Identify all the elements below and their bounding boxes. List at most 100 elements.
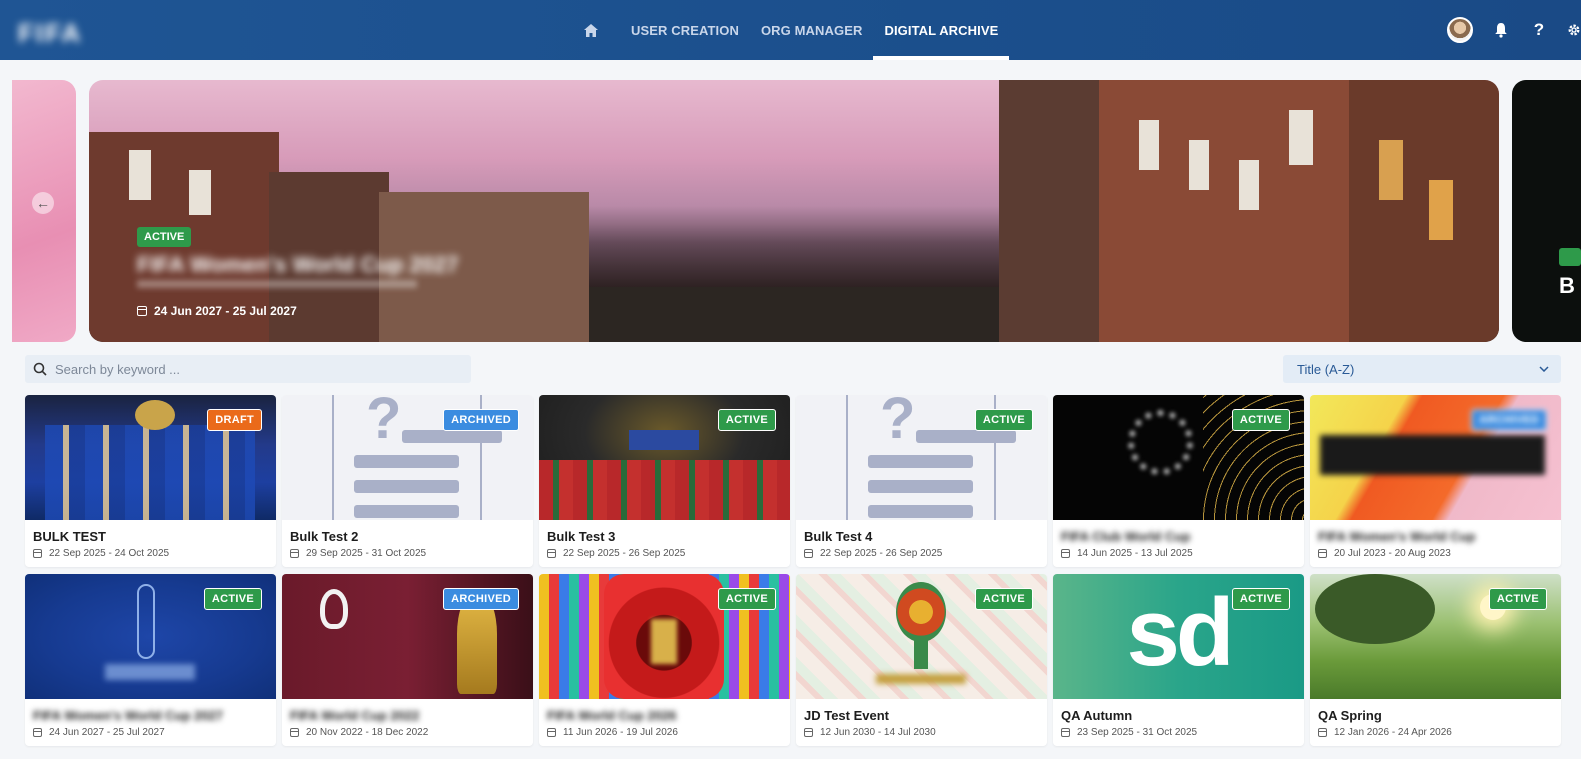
- search-input[interactable]: [55, 361, 455, 377]
- card-thumbnail: ACTIVE: [25, 574, 276, 699]
- card-thumbnail: ACTIVE: [1310, 574, 1561, 699]
- carousel-next-slide[interactable]: B: [1512, 80, 1581, 342]
- sort-selected-value: Title (A-Z): [1297, 361, 1355, 377]
- carousel-prev-slide[interactable]: ←: [12, 80, 76, 342]
- calendar-icon: [804, 728, 813, 737]
- archive-card[interactable]: DRAFT BULK TEST 22 Sep 2025 - 24 Oct 202…: [25, 395, 276, 567]
- placeholder-line: [402, 430, 502, 443]
- card-title: FIFA Women's World Cup: [1318, 529, 1476, 544]
- sort-select[interactable]: Title (A-Z): [1283, 355, 1561, 383]
- card-thumbnail: ARCHIVED: [1310, 395, 1561, 520]
- hero-date-text: 24 Jun 2027 - 25 Jul 2027: [154, 304, 297, 318]
- calendar-icon: [290, 549, 299, 558]
- status-badge: ACTIVE: [717, 588, 776, 610]
- trophy: [135, 400, 175, 430]
- nav-digital-archive[interactable]: DIGITAL ARCHIVE: [873, 0, 1010, 60]
- fifa-logo[interactable]: FIFA: [18, 18, 98, 48]
- chevron-down-icon: [1539, 366, 1549, 372]
- card-date-text: 20 Jul 2023 - 20 Aug 2023: [1334, 548, 1451, 559]
- tree-canopy: [1315, 574, 1435, 644]
- top-right-actions: ?: [1447, 0, 1581, 60]
- card-title: FIFA World Cup 2022: [290, 708, 420, 723]
- arrow-left-icon[interactable]: ←: [32, 192, 54, 214]
- card-date: 22 Sep 2025 - 26 Sep 2025: [547, 548, 685, 559]
- nav-org-manager[interactable]: ORG MANAGER: [750, 0, 874, 60]
- qatar-2022-emblem: [320, 589, 348, 629]
- building-right-2: [1099, 80, 1359, 342]
- status-badge: ACTIVE: [974, 409, 1033, 431]
- status-badge: ARCHIVED: [443, 588, 519, 610]
- avatar[interactable]: [1447, 17, 1473, 43]
- card-title: FIFA Club World Cup: [1061, 529, 1191, 544]
- archive-card[interactable]: ACTIVE Bulk Test 3 22 Sep 2025 - 26 Sep …: [539, 395, 790, 567]
- archive-card[interactable]: ARCHIVED FIFA World Cup 2022 20 Nov 2022…: [282, 574, 533, 746]
- card-date-text: 14 Jun 2025 - 13 Jul 2025: [1077, 548, 1193, 559]
- card-date-text: 12 Jun 2030 - 14 Jul 2030: [820, 727, 936, 738]
- card-title: QA Spring: [1318, 708, 1382, 723]
- card-title: FIFA Women's World Cup 2027: [33, 708, 223, 723]
- archive-card-grid: DRAFT BULK TEST 22 Sep 2025 - 24 Oct 202…: [25, 395, 1561, 746]
- card-date-text: 11 Jun 2026 - 19 Jul 2026: [563, 727, 678, 738]
- card-date: 12 Jan 2026 - 24 Apr 2026: [1318, 727, 1452, 738]
- status-badge: ARCHIVED: [1471, 409, 1547, 431]
- calendar-icon: [547, 549, 556, 558]
- calendar-icon: [33, 728, 42, 737]
- calendar-icon: [1061, 549, 1070, 558]
- card-title: JD Test Event: [804, 708, 890, 723]
- window: [1239, 160, 1259, 210]
- trophy-outline: [137, 584, 155, 659]
- banner: [629, 430, 699, 450]
- hero-carousel: ← ACTIVE FIFA Women's World Cup 2027 24 …: [0, 80, 1581, 342]
- world-cup-banner: [1320, 435, 1545, 475]
- hero-subtitle-redacted: [137, 280, 417, 288]
- nav-user-creation[interactable]: USER CREATION: [620, 0, 750, 60]
- calendar-icon: [290, 728, 299, 737]
- window: [1429, 180, 1453, 240]
- card-thumbnail-placeholder: ? ARCHIVED: [282, 395, 533, 520]
- calendar-icon: [1318, 549, 1327, 558]
- card-title: BULK TEST: [33, 529, 106, 544]
- window: [1379, 140, 1403, 200]
- building-right-3: [1349, 80, 1499, 342]
- calendar-icon: [137, 306, 147, 316]
- status-badge: ACTIVE: [717, 409, 776, 431]
- status-badge: ACTIVE: [974, 588, 1033, 610]
- home-icon[interactable]: [580, 19, 602, 41]
- archive-card[interactable]: ? ARCHIVED Bulk Test 2 29 Sep 2025 - 31 …: [282, 395, 533, 567]
- archive-card[interactable]: ACTIVE QA Spring 12 Jan 2026 - 24 Apr 20…: [1310, 574, 1561, 746]
- archive-card[interactable]: ? ACTIVE Bulk Test 4 22 Sep 2025 - 26 Se…: [796, 395, 1047, 567]
- card-title: Bulk Test 2: [290, 529, 359, 544]
- card-date-text: 24 Jun 2027 - 25 Jul 2027: [49, 727, 165, 738]
- hero-title: FIFA Women's World Cup 2027: [137, 252, 459, 277]
- question-mark-icon: ?: [880, 395, 916, 451]
- card-title: Bulk Test 3: [547, 529, 616, 544]
- status-badge: ACTIVE: [137, 227, 192, 247]
- carousel-current-slide[interactable]: ACTIVE FIFA Women's World Cup 2027 24 Ju…: [89, 80, 1499, 342]
- card-date-text: 22 Sep 2025 - 26 Sep 2025: [563, 548, 686, 559]
- card-date-text: 29 Sep 2025 - 31 Oct 2025: [306, 548, 427, 559]
- placeholder-line: [868, 505, 973, 518]
- archive-card[interactable]: sd ACTIVE QA Autumn 23 Sep 2025 - 31 Oct…: [1053, 574, 1304, 746]
- search-icon: [33, 362, 47, 376]
- window: [189, 170, 211, 215]
- question-mark-icon: ?: [366, 395, 402, 451]
- card-date: 22 Sep 2025 - 24 Oct 2025: [33, 548, 169, 559]
- window: [129, 150, 151, 200]
- archive-card[interactable]: ARCHIVED FIFA Women's World Cup 20 Jul 2…: [1310, 395, 1561, 567]
- help-icon[interactable]: ?: [1529, 20, 1549, 40]
- card-thumbnail: ARCHIVED: [282, 574, 533, 699]
- archive-card[interactable]: ACTIVE FIFA World Cup 2026 11 Jun 2026 -…: [539, 574, 790, 746]
- gear-icon[interactable]: [1567, 20, 1581, 40]
- emblem-stem: [914, 639, 928, 669]
- archive-card[interactable]: ACTIVE FIFA Club World Cup 14 Jun 2025 -…: [1053, 395, 1304, 567]
- placeholder-line: [916, 430, 1016, 443]
- archive-card[interactable]: ACTIVE FIFA Women's World Cup 2027 24 Ju…: [25, 574, 276, 746]
- emblem-text: [876, 674, 966, 684]
- status-badge: [1559, 248, 1581, 266]
- archive-card[interactable]: ACTIVE JD Test Event 12 Jun 2030 - 14 Ju…: [796, 574, 1047, 746]
- team-photo: [45, 425, 255, 520]
- calendar-icon: [1061, 728, 1070, 737]
- event-emblem: [896, 582, 946, 642]
- bell-icon[interactable]: [1491, 20, 1511, 40]
- distant-skyline: [589, 287, 1009, 342]
